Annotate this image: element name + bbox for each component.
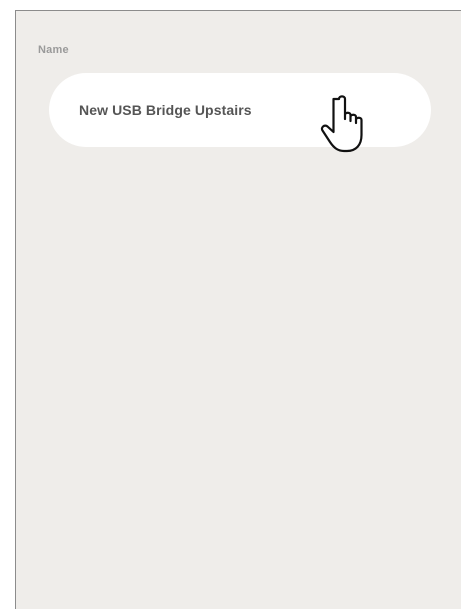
- settings-panel: Name New USB Bridge Upstairs: [15, 10, 461, 609]
- hand-pointer-icon: [320, 95, 363, 153]
- name-label: Name: [38, 44, 69, 56]
- name-field[interactable]: New USB Bridge Upstairs: [49, 73, 431, 147]
- screen: Name New USB Bridge Upstairs: [0, 0, 461, 609]
- name-value: New USB Bridge Upstairs: [79, 102, 252, 118]
